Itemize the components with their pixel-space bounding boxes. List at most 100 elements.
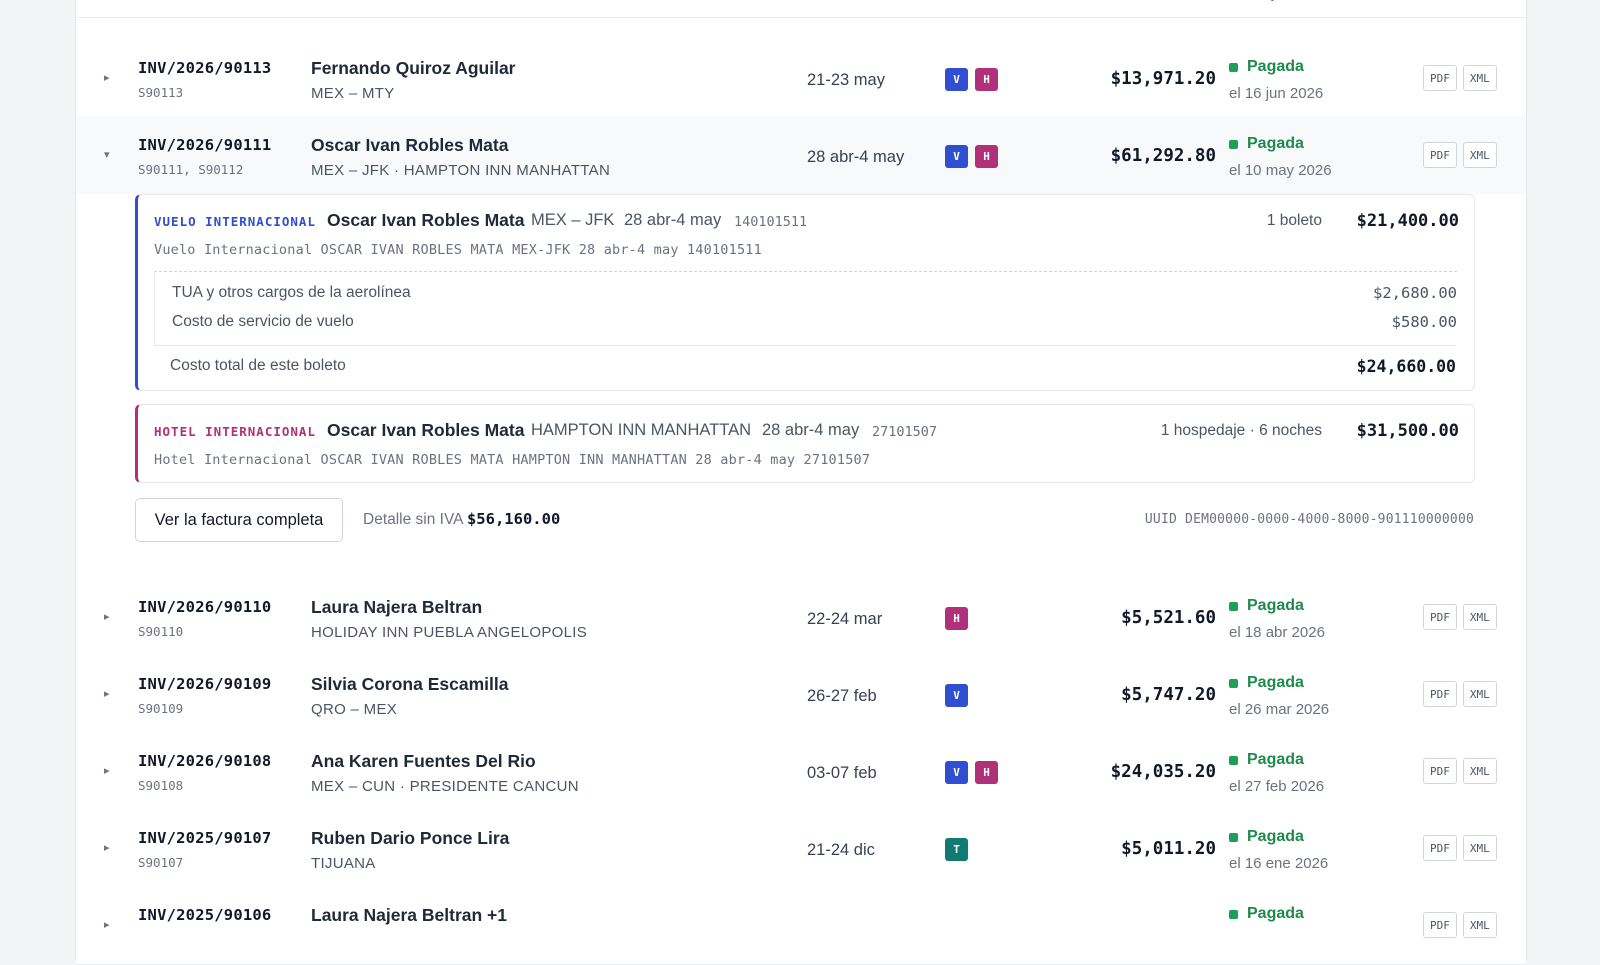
caret-right-icon[interactable]: ▸ <box>104 687 110 700</box>
invoices-table: ▸ S90114 MEX – GDL 03-05 jun V $7,907.20… <box>75 0 1527 965</box>
traveler-name: Oscar Ivan Robles Mata <box>311 135 509 155</box>
caret-right-icon[interactable]: ▸ <box>104 841 110 854</box>
flight-badge: V <box>945 145 968 168</box>
trip-dates: 22-24 mar <box>807 610 883 628</box>
xml-button[interactable]: XML <box>1462 681 1497 707</box>
view-full-invoice-button[interactable]: Ver la factura completa <box>135 498 343 542</box>
xml-button[interactable]: XML <box>1462 65 1497 91</box>
invoice-row[interactable]: ▸ INV/2026/90113 S90113 Fernando Quiroz … <box>76 39 1526 118</box>
invoice-row[interactable]: ▸ INV/2026/90110 S90110 Laura Najera Bel… <box>76 578 1526 657</box>
paid-date: el 27 feb 2026 <box>1229 778 1325 795</box>
status-badge: Pagada <box>1229 58 1304 76</box>
invoice-number[interactable]: INV/2026/90113 <box>138 59 271 77</box>
status-badge: Pagada <box>1229 674 1304 692</box>
service-badges: VH <box>945 68 998 91</box>
status-badge: Pagada <box>1229 828 1304 846</box>
invoice-row[interactable]: ▾ INV/2026/90111 S90111, S90112 Oscar Iv… <box>76 116 1526 195</box>
trip-route: MEX – MTY <box>311 85 395 102</box>
pdf-button[interactable]: PDF <box>1423 758 1457 784</box>
invoice-row[interactable]: ▸ INV/2026/90109 S90109 Silvia Corona Es… <box>76 655 1526 734</box>
pdf-button[interactable]: PDF <box>1423 604 1457 630</box>
invoice-row[interactable]: ▸ INV/2025/90106 Laura Najera Beltran +1… <box>76 886 1526 965</box>
xml-button[interactable]: XML <box>1462 912 1497 938</box>
pdf-button[interactable]: PDF <box>1423 65 1457 91</box>
paid-date: 30 may 2026 <box>1229 0 1316 2</box>
pdf-button[interactable]: PDF <box>1423 681 1457 707</box>
order-numbers: S90111, S90112 <box>138 162 244 177</box>
item-code: 27101507 <box>872 424 938 440</box>
flight-badge: V <box>945 761 968 784</box>
flight-badge: V <box>945 68 968 91</box>
order-numbers: S90110 <box>138 624 184 639</box>
item-passenger-name: Oscar Ivan Robles Mata <box>327 210 525 230</box>
xml-button[interactable]: XML <box>1462 604 1497 630</box>
traveler-name: Fernando Quiroz Aguilar <box>311 58 516 78</box>
charges-list: TUA y otros cargos de la aerolínea $2,68… <box>154 271 1457 345</box>
hotel-item-card: HOTEL INTERNACIONAL Oscar Ivan Robles Ma… <box>135 404 1475 483</box>
trip-route: HOLIDAY INN PUEBLA ANGELOPOLIS <box>311 624 588 641</box>
item-price: $31,500.00 <box>1356 421 1459 441</box>
trip-dates: 28 abr-4 may <box>807 148 905 166</box>
document-buttons: PDF XML <box>1423 681 1497 707</box>
invoice-amount: $24,035.20 <box>1110 762 1216 782</box>
invoice-number[interactable]: INV/2026/90111 <box>138 136 271 154</box>
invoice-amount: $61,292.80 <box>1110 146 1216 166</box>
traveler-name: Silvia Corona Escamilla <box>311 674 509 694</box>
flight-badge: V <box>945 684 968 707</box>
status-dot-icon <box>1229 755 1238 765</box>
hotel-badge: H <box>975 145 998 168</box>
traveler-name: Ana Karen Fuentes Del Rio <box>311 751 536 771</box>
document-buttons: PDF XML <box>1423 65 1497 91</box>
caret-right-icon[interactable]: ▸ <box>104 764 110 777</box>
trip-route: MEX – CUN · PRESIDENTE CANCUN <box>311 778 579 795</box>
invoice-row[interactable]: ▸ INV/2026/90108 S90108 Ana Karen Fuente… <box>76 732 1526 811</box>
invoice-number[interactable]: INV/2026/90109 <box>138 675 271 693</box>
subtotal-without-tax: Detalle sin IVA $56,160.00 <box>363 510 560 529</box>
flight-item-card: VUELO INTERNACIONAL Oscar Ivan Robles Ma… <box>135 194 1475 391</box>
status-dot-icon <box>1229 832 1238 842</box>
ticket-total-amount: $24,660.00 <box>1356 357 1456 376</box>
pdf-button[interactable]: PDF <box>1423 142 1457 168</box>
invoice-row[interactable]: ▸ S90114 MEX – GDL 03-05 jun V $7,907.20… <box>76 0 1526 18</box>
xml-button[interactable]: XML <box>1462 835 1497 861</box>
transport-badge: T <box>945 838 968 861</box>
invoice-number[interactable]: INV/2025/90106 <box>138 906 271 924</box>
invoice-amount: $5,521.60 <box>1121 608 1216 628</box>
item-description: Hotel Internacional OSCAR IVAN ROBLES MA… <box>154 452 871 468</box>
order-numbers: S90107 <box>138 855 184 870</box>
xml-button[interactable]: XML <box>1462 142 1497 168</box>
xml-button[interactable]: XML <box>1462 758 1497 784</box>
hotel-badge: H <box>975 68 998 91</box>
invoice-number[interactable]: INV/2026/90108 <box>138 752 271 770</box>
status-badge: Pagada <box>1229 597 1304 615</box>
caret-down-icon[interactable]: ▾ <box>104 148 110 161</box>
hotel-badge: H <box>945 607 968 630</box>
paid-date: el 10 may 2026 <box>1229 162 1332 179</box>
status-dot-icon <box>1229 62 1238 72</box>
status-badge: Pagada <box>1229 135 1304 153</box>
trip-dates: 21-24 dic <box>807 841 875 859</box>
trip-dates: 21-23 may <box>807 71 885 89</box>
status-badge: Pagada <box>1229 751 1304 769</box>
pdf-button[interactable]: PDF <box>1423 912 1457 938</box>
charge-amount: $580.00 <box>1391 313 1457 331</box>
status-label: Pagada <box>1247 58 1304 75</box>
pdf-button[interactable]: PDF <box>1423 835 1457 861</box>
charge-label: Costo de servicio de vuelo <box>172 313 354 330</box>
invoice-number[interactable]: INV/2026/90110 <box>138 598 271 616</box>
invoice-number[interactable]: INV/2025/90107 <box>138 829 271 847</box>
service-badges: VH <box>945 145 998 168</box>
invoice-row[interactable]: ▸ INV/2025/90107 S90107 Ruben Dario Ponc… <box>76 809 1526 888</box>
caret-right-icon[interactable]: ▸ <box>104 918 110 931</box>
service-badges: T <box>945 838 968 861</box>
item-code: 140101511 <box>734 214 808 230</box>
item-route: MEX – JFK <box>531 211 615 229</box>
item-quantity: 1 hospedaje · 6 noches <box>1160 422 1322 439</box>
trip-route: QRO – MEX <box>311 701 398 718</box>
invoice-amount: $5,747.20 <box>1121 685 1216 705</box>
item-quantity: 1 boleto <box>1266 212 1322 229</box>
subtotal-label: Detalle sin IVA <box>363 511 463 528</box>
caret-right-icon[interactable]: ▸ <box>104 610 110 623</box>
caret-right-icon[interactable]: ▸ <box>104 71 110 84</box>
status-dot-icon <box>1229 909 1238 919</box>
